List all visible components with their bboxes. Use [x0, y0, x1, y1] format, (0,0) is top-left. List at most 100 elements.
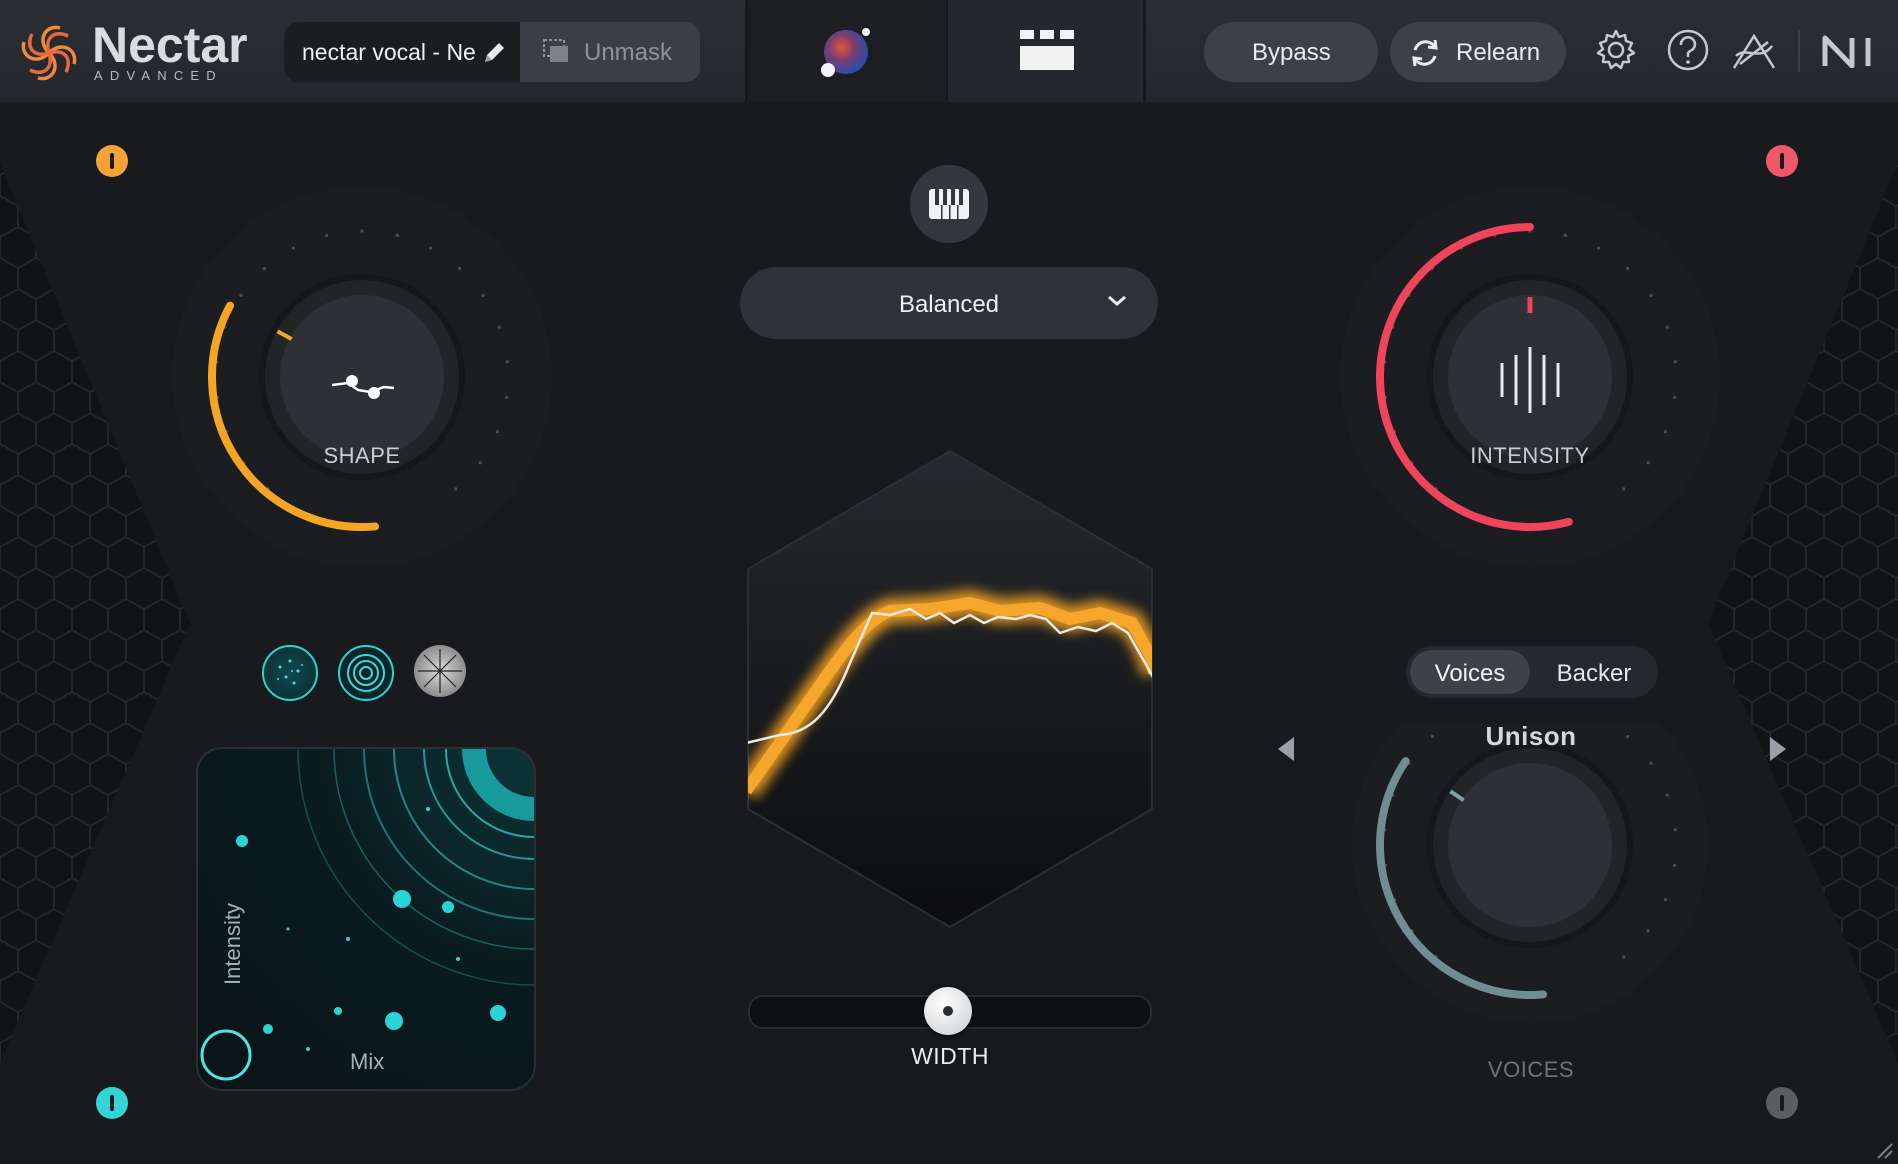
knob-tick [478, 461, 482, 465]
knob-tick [505, 360, 509, 364]
app-title: Nectar [92, 17, 248, 73]
knob-tick [497, 325, 501, 329]
tab-modules[interactable] [948, 0, 1143, 102]
xy-y-axis: Intensity [206, 899, 266, 989]
nectar-logo-mark [21, 25, 77, 81]
knob-tick [1646, 929, 1650, 933]
knob-tick [360, 229, 364, 233]
knob-tick [458, 266, 462, 271]
knob-tick [454, 487, 458, 491]
knob-tick [1673, 828, 1677, 832]
knob-tick [1663, 430, 1667, 434]
nectar-logo: Nectar ADVANCED [16, 17, 248, 88]
voices-power-toggle[interactable] [1766, 1087, 1798, 1119]
relearn-label: Relearn [1456, 39, 1541, 66]
knob-tick [1622, 955, 1626, 959]
intensity-power-toggle[interactable] [1766, 145, 1798, 177]
preset-selector: nectar vocal - Ne Unmask [284, 22, 700, 82]
knob-tick [1665, 793, 1669, 797]
knob-tick [504, 395, 509, 399]
particles-icon [277, 659, 303, 685]
ni-logo[interactable] [1822, 34, 1874, 68]
knob-tick [1649, 293, 1653, 297]
knob-tick [495, 430, 499, 434]
width-label: WIDTH [911, 1043, 989, 1069]
style-dropdown[interactable]: Balanced [740, 267, 1158, 339]
knob-tick [1626, 734, 1630, 739]
knob-tick [1663, 898, 1667, 902]
tab-assistant[interactable] [748, 0, 946, 102]
unmask-button[interactable]: Unmask [520, 22, 700, 82]
pencil-icon[interactable] [481, 40, 507, 66]
voices-mode-value: Unison [1485, 721, 1577, 751]
bypass-button[interactable]: Bypass [1204, 22, 1378, 82]
xy-pad[interactable]: Intensity Mix [196, 747, 536, 1091]
knob-tick [1646, 461, 1650, 465]
preset-name-field[interactable]: nectar vocal - Ne [284, 22, 520, 82]
resize-grip-icon[interactable] [1872, 1138, 1894, 1160]
arrow-right-icon[interactable] [1768, 735, 1788, 763]
spectrum-display [747, 449, 1153, 929]
shape-power-toggle[interactable] [96, 145, 128, 177]
width-slider-thumb[interactable] [924, 987, 972, 1035]
bypass-label: Bypass [1252, 39, 1331, 66]
divider [1798, 30, 1800, 72]
help-icon[interactable] [1666, 28, 1710, 72]
mode-button-particles[interactable] [262, 645, 318, 701]
mode-button-rings[interactable] [338, 645, 394, 701]
piano-icon [929, 189, 969, 219]
top-bar: Nectar ADVANCED nectar vocal - Ne Unmask [0, 0, 1898, 103]
knob-tick [1596, 246, 1601, 250]
unmask-label: Unmask [584, 39, 673, 66]
voices-tab-label: Voices [1434, 660, 1506, 687]
shape-label: SHAPE [323, 443, 401, 468]
knob-tick [1430, 734, 1434, 739]
knob-tick [262, 266, 266, 271]
rings-icon [347, 654, 385, 692]
knob-tick [239, 293, 243, 297]
voices-knob[interactable] [1338, 723, 1722, 1023]
xy-power-toggle[interactable] [96, 1087, 128, 1119]
knob-tick [1673, 360, 1677, 364]
unmask-icon [543, 39, 568, 62]
arrow-left-icon[interactable] [1276, 735, 1296, 763]
metal-icon [418, 649, 462, 693]
knob-tick [1665, 325, 1669, 329]
backer-tab-label: Backer [1556, 660, 1632, 687]
intensity-label: INTENSITY [1470, 443, 1590, 468]
backer-tab[interactable]: Backer [1534, 650, 1654, 694]
knob-tick [1672, 863, 1677, 867]
knob-tick [1672, 395, 1677, 399]
side-decoration-right [1708, 163, 1898, 1063]
voices-backer-toggle: Voices Backer [1406, 646, 1658, 698]
chevron-down-icon [1108, 295, 1126, 306]
voices-tab[interactable]: Voices [1410, 650, 1530, 694]
knob-tick [428, 246, 433, 250]
knob-tick [1649, 761, 1653, 765]
mode-button-metal[interactable] [414, 645, 466, 697]
intensity-knob[interactable] [1338, 185, 1722, 569]
voices-label: VOICES [1487, 1057, 1575, 1082]
knob-tick [1622, 487, 1626, 491]
xy-y-label: Intensity [219, 903, 245, 985]
knob-tick [1563, 233, 1567, 237]
app-subtitle: ADVANCED [94, 68, 223, 83]
main-panel: SHAPE INTENSITY Balanced WIDTH Intensity… [0, 103, 1898, 1164]
divider [1143, 0, 1146, 102]
knob-tick [325, 233, 329, 237]
knob-tick [481, 293, 485, 297]
relearn-icon [1412, 39, 1438, 67]
knob-tick [291, 246, 296, 250]
preset-name-text: nectar vocal - Ne [302, 39, 476, 65]
xy-x-label: Mix [350, 1049, 385, 1074]
orb-icon [821, 28, 870, 77]
antenna-icon[interactable] [1730, 28, 1778, 74]
settings-icon[interactable] [1594, 28, 1638, 72]
style-dropdown-value: Balanced [898, 291, 1000, 318]
modules-icon [1020, 30, 1074, 70]
piano-button[interactable] [910, 165, 988, 243]
knob-tick [395, 233, 399, 237]
shape-knob[interactable] [170, 185, 554, 569]
relearn-button[interactable]: Relearn [1390, 22, 1566, 82]
knob-tick [1626, 266, 1630, 271]
